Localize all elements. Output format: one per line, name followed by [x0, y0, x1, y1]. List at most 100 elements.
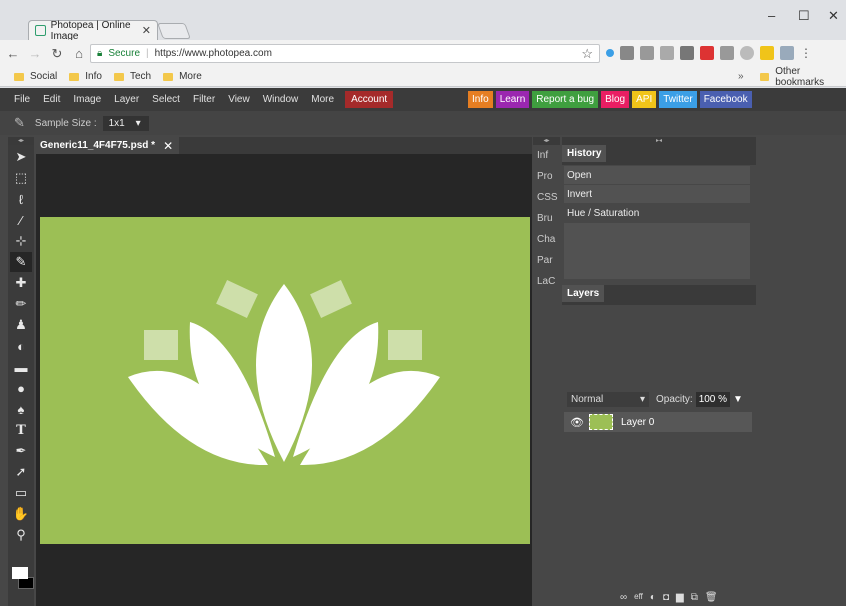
link-info[interactable]: Info — [468, 91, 493, 108]
path-select-tool-icon[interactable]: ➚ — [10, 462, 32, 482]
other-bookmarks[interactable]: Other bookmarks — [760, 66, 846, 88]
trash-icon[interactable]: 🗑︎ — [705, 592, 718, 603]
extension-icon[interactable] — [606, 49, 614, 57]
pen-tool-icon[interactable]: ✒ — [10, 441, 32, 461]
bookmark-star-icon[interactable]: ☆ — [581, 46, 593, 62]
effects-icon[interactable]: eff — [634, 592, 643, 603]
account-button[interactable]: Account — [345, 91, 394, 108]
tab-history[interactable]: History — [562, 145, 607, 162]
extension-icon[interactable] — [640, 46, 654, 60]
menu-select[interactable]: Select — [152, 94, 180, 105]
bookmarks-overflow-icon[interactable]: » — [738, 71, 744, 82]
eraser-tool-icon[interactable]: ◐ — [10, 336, 32, 356]
tab-layers[interactable]: Layers — [562, 285, 605, 302]
new-tab-button[interactable] — [157, 23, 191, 39]
gradient-tool-icon[interactable]: ▬ — [10, 357, 32, 377]
crop-tool-icon[interactable]: ⊹ — [10, 231, 32, 251]
bookmark-folder[interactable]: Info — [69, 71, 102, 82]
panel-character-button[interactable]: Cha — [533, 229, 560, 250]
panel-collapse-icon[interactable]: ◂▸ — [533, 137, 560, 145]
adjustment-icon[interactable]: ◐ — [650, 592, 656, 603]
menu-image[interactable]: Image — [73, 94, 101, 105]
shape-tool-icon[interactable]: ▭ — [10, 483, 32, 503]
link-learn[interactable]: Learn — [495, 91, 530, 108]
reload-icon[interactable]: ↻ — [48, 46, 66, 62]
layer-options-row: Normal ▾ Opacity: 100 % ▼ — [562, 387, 756, 411]
extension-icon[interactable] — [780, 46, 794, 60]
eyedropper-tool-icon[interactable]: ✎ — [10, 252, 32, 272]
history-item[interactable]: Open — [564, 166, 750, 184]
extension-icon[interactable] — [660, 46, 674, 60]
opacity-input[interactable]: 100 % — [695, 391, 731, 407]
type-tool-icon[interactable]: T — [10, 420, 32, 440]
bookmark-folder[interactable]: More — [163, 71, 202, 82]
panel-css-button[interactable]: CSS — [533, 187, 560, 208]
extension-icon[interactable] — [680, 46, 694, 60]
folder-icon[interactable]: ▆ — [676, 592, 684, 603]
mask-icon[interactable]: ◘ — [663, 592, 669, 603]
panel-layer-comps-button[interactable]: LaC — [533, 271, 560, 292]
link-facebook[interactable]: Facebook — [699, 91, 752, 108]
clone-stamp-tool-icon[interactable]: ♟ — [10, 315, 32, 335]
brush-tool-icon[interactable]: ✏ — [10, 294, 32, 314]
link-api[interactable]: API — [632, 91, 657, 108]
eye-icon[interactable]: 👁︎ — [570, 416, 584, 429]
sample-size-select[interactable]: 1x1 ▾ — [102, 115, 149, 131]
address-bar[interactable]: 🔒︎ Secure | https://www.photopea.com ☆ — [90, 44, 600, 63]
panel-paragraph-button[interactable]: Par — [533, 250, 560, 271]
panel-collapse-icon[interactable]: ◂▸ — [8, 137, 34, 145]
blend-mode-select[interactable]: Normal ▾ — [567, 391, 649, 407]
zoom-tool-icon[interactable]: ⚲ — [10, 525, 32, 545]
dodge-tool-icon[interactable]: ♠ — [10, 399, 32, 419]
bookmark-folder[interactable]: Tech — [113, 71, 151, 82]
menu-window[interactable]: Window — [263, 94, 299, 105]
minimize-icon[interactable]: – — [768, 8, 775, 23]
document-tab[interactable]: Generic11_4F4F75.psd * ✕ — [36, 137, 180, 154]
back-icon[interactable]: ← — [4, 46, 22, 61]
link-report-bug[interactable]: Report a bug — [532, 91, 599, 108]
browser-tab[interactable]: Photopea | Online Image ✕ — [28, 20, 158, 42]
hand-tool-icon[interactable]: ✋ — [10, 504, 32, 524]
maximize-icon[interactable]: ☐ — [798, 8, 810, 24]
window-close-icon[interactable]: ✕ — [828, 8, 839, 24]
layer-item[interactable]: 👁︎ Layer 0 — [564, 412, 752, 432]
move-tool-icon[interactable]: ➤ — [10, 147, 32, 167]
menu-layer[interactable]: Layer — [114, 94, 139, 105]
history-item[interactable]: Hue / Saturation — [564, 204, 750, 222]
extension-icon[interactable] — [620, 46, 634, 60]
menu-filter[interactable]: Filter — [193, 94, 215, 105]
menu-more[interactable]: More — [311, 94, 334, 105]
link-twitter[interactable]: Twitter — [659, 91, 697, 108]
extension-icon[interactable] — [760, 46, 774, 60]
healing-tool-icon[interactable]: ✚ — [10, 273, 32, 293]
opacity-dropdown-icon[interactable]: ▼ — [733, 394, 743, 405]
home-icon[interactable]: ⌂ — [70, 46, 88, 61]
menu-file[interactable]: File — [14, 94, 30, 105]
bookmark-folder[interactable]: Social — [14, 71, 57, 82]
bookmarks-bar: Social Info Tech More » Other bookmarks — [0, 66, 846, 88]
link-icon[interactable]: ∞ — [620, 592, 627, 603]
new-layer-icon[interactable]: ⧉ — [691, 592, 698, 603]
extension-icon[interactable] — [720, 46, 734, 60]
panel-properties-button[interactable]: Pro — [533, 166, 560, 187]
canvas[interactable] — [40, 217, 530, 544]
link-blog[interactable]: Blog — [601, 91, 630, 108]
menu-edit[interactable]: Edit — [43, 94, 60, 105]
forward-icon[interactable]: → — [26, 46, 44, 61]
marquee-tool-icon[interactable]: ⬚ — [10, 168, 32, 188]
close-document-icon[interactable]: ✕ — [163, 139, 173, 153]
blur-tool-icon[interactable]: ● — [10, 378, 32, 398]
menu-view[interactable]: View — [228, 94, 250, 105]
lasso-tool-icon[interactable]: ℓ — [10, 189, 32, 209]
extension-icon[interactable] — [740, 46, 754, 60]
panel-collapse-icon[interactable]: ▸◂ — [562, 137, 756, 145]
extension-icon[interactable] — [700, 46, 714, 60]
petal-accent — [388, 330, 422, 360]
panel-brush-button[interactable]: Bru — [533, 208, 560, 229]
magic-wand-tool-icon[interactable]: ⁄ — [10, 210, 32, 230]
tab-close-icon[interactable]: ✕ — [142, 24, 151, 37]
history-item[interactable]: Invert — [564, 185, 750, 203]
foreground-color-swatch[interactable] — [12, 567, 28, 579]
panel-info-button[interactable]: Inf — [533, 145, 560, 166]
browser-menu-icon[interactable]: ⋮ — [800, 46, 812, 60]
